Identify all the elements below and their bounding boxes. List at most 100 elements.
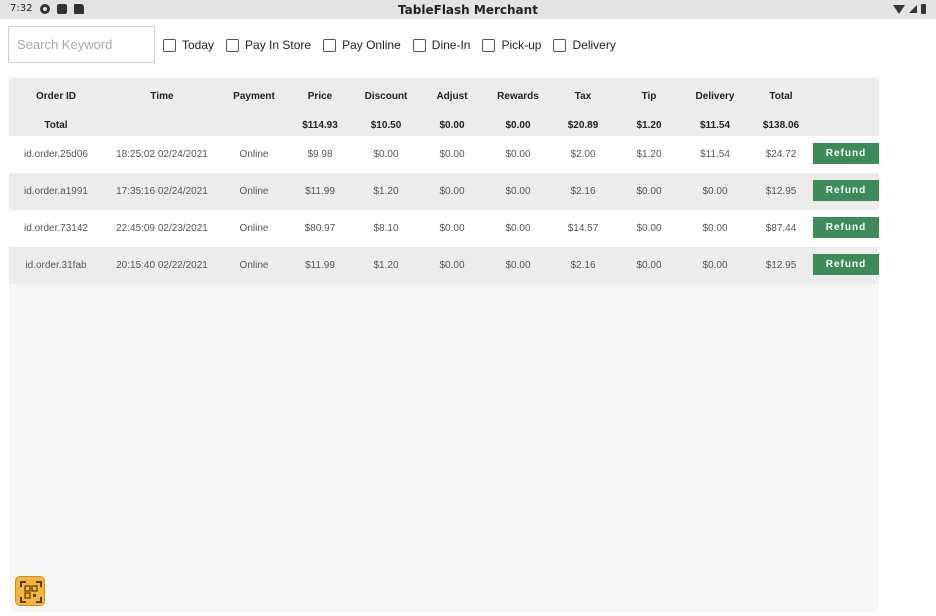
order-payment: Online bbox=[239, 260, 269, 271]
table-row[interactable]: id.order.31fab 20:15:40 02/22/2021 Onlin… bbox=[9, 247, 879, 284]
order-discount: $1.20 bbox=[373, 186, 399, 197]
filter-label: Pick-up bbox=[501, 38, 542, 52]
checkbox[interactable] bbox=[226, 38, 240, 52]
app-title: TableFlash Merchant bbox=[398, 3, 538, 17]
col-header-rewards: Rewards bbox=[497, 91, 539, 102]
order-adjust: $0.00 bbox=[439, 149, 465, 160]
order-tip: $1.20 bbox=[636, 149, 662, 160]
filter-label: Pay Online bbox=[342, 38, 401, 52]
order-rewards: $0.00 bbox=[505, 223, 531, 234]
order-total: $24.72 bbox=[765, 149, 797, 160]
order-id: id.order.73142 bbox=[24, 223, 88, 234]
total-rewards: $0.00 bbox=[505, 120, 531, 131]
col-header-tip: Tip bbox=[641, 91, 657, 102]
order-time: 17:35:16 02/24/2021 bbox=[116, 186, 208, 197]
order-rewards: $0.00 bbox=[505, 260, 531, 271]
order-adjust: $0.00 bbox=[439, 223, 465, 234]
col-header-adjust: Adjust bbox=[436, 91, 468, 102]
col-header-discount: Discount bbox=[364, 91, 408, 102]
filter-today[interactable]: Today bbox=[163, 38, 214, 52]
wifi-icon bbox=[893, 4, 905, 14]
col-header-time: Time bbox=[150, 91, 174, 102]
checkbox[interactable] bbox=[163, 38, 176, 52]
status-bar: 7:32 TableFlash Merchant bbox=[0, 0, 936, 19]
table-header: Order ID Time Payment Price Discount Adj… bbox=[9, 78, 879, 136]
table-row[interactable]: id.order.a1991 17:35:16 02/24/2021 Onlin… bbox=[9, 173, 879, 210]
total-tip: $1.20 bbox=[636, 120, 662, 131]
refund-button[interactable]: Refund bbox=[813, 180, 879, 201]
order-tip: $0.00 bbox=[636, 186, 662, 197]
order-rewards: $0.00 bbox=[505, 149, 531, 160]
order-discount: $0.00 bbox=[373, 149, 399, 160]
total-label: Total bbox=[44, 120, 68, 131]
order-payment: Online bbox=[239, 186, 269, 197]
order-time: 20:15:40 02/22/2021 bbox=[116, 260, 208, 271]
filter-label: Pay In Store bbox=[245, 38, 312, 52]
order-total: $12.95 bbox=[765, 186, 797, 197]
order-price: $9.98 bbox=[307, 149, 333, 160]
order-payment: Online bbox=[239, 223, 269, 234]
table-row[interactable]: id.order.25d06 18:25:02 02/24/2021 Onlin… bbox=[9, 136, 879, 173]
order-tip: $0.00 bbox=[636, 223, 662, 234]
filter-pick-up[interactable]: Pick-up bbox=[482, 38, 541, 52]
total-tax: $20.89 bbox=[567, 120, 599, 131]
order-payment: Online bbox=[239, 149, 269, 160]
status-icons-right bbox=[893, 4, 926, 14]
signal-icon bbox=[909, 5, 917, 13]
qr-scan-button[interactable] bbox=[15, 576, 45, 606]
filter-pay-in-store[interactable]: Pay In Store bbox=[226, 38, 311, 52]
order-total: $12.95 bbox=[765, 260, 797, 271]
order-time: 22:45:09 02/23/2021 bbox=[116, 223, 208, 234]
checkbox[interactable] bbox=[323, 38, 337, 52]
order-tax: $14.57 bbox=[567, 223, 599, 234]
total-delivery: $11.54 bbox=[699, 120, 731, 131]
order-price: $11.99 bbox=[305, 186, 335, 197]
search-input[interactable] bbox=[8, 26, 155, 63]
order-time: 18:25:02 02/24/2021 bbox=[116, 149, 208, 160]
col-header-price: Price bbox=[307, 91, 333, 102]
filter-dine-in[interactable]: Dine-In bbox=[412, 38, 471, 52]
refund-button[interactable]: Refund bbox=[813, 143, 879, 164]
order-id: id.order.25d06 bbox=[24, 149, 88, 160]
filter-pay-online[interactable]: Pay Online bbox=[323, 38, 401, 52]
checkbox[interactable] bbox=[412, 38, 426, 52]
order-tip: $0.00 bbox=[636, 260, 662, 271]
col-header-order-id: Order ID bbox=[35, 91, 77, 102]
order-delivery: $0.00 bbox=[702, 223, 728, 234]
order-tax: $2.16 bbox=[570, 186, 596, 197]
orders-table: Order ID Time Payment Price Discount Adj… bbox=[9, 78, 879, 612]
checkbox[interactable] bbox=[482, 38, 496, 52]
refund-button[interactable]: Refund bbox=[813, 254, 879, 275]
total-price: $114.93 bbox=[302, 120, 338, 131]
filter-label: Dine-In bbox=[431, 38, 471, 52]
filter-bar: Today Pay In Store Pay Online Dine-In Pi… bbox=[163, 38, 628, 52]
checkbox[interactable] bbox=[553, 38, 567, 52]
filter-label: Today bbox=[182, 38, 215, 52]
order-delivery: $0.00 bbox=[702, 186, 728, 197]
table-row[interactable]: id.order.73142 22:45:09 02/23/2021 Onlin… bbox=[9, 210, 879, 247]
battery-icon bbox=[921, 4, 926, 14]
col-header-delivery: Delivery bbox=[695, 91, 735, 102]
order-tax: $2.00 bbox=[570, 149, 596, 160]
qr-scan-icon bbox=[20, 581, 42, 603]
order-discount: $1.20 bbox=[373, 260, 399, 271]
total-adjust: $0.00 bbox=[439, 120, 465, 131]
order-discount: $8.10 bbox=[373, 223, 399, 234]
col-header-payment: Payment bbox=[233, 91, 275, 102]
col-header-tax: Tax bbox=[574, 91, 592, 102]
order-id: id.order.a1991 bbox=[24, 186, 88, 197]
filter-delivery[interactable]: Delivery bbox=[553, 38, 616, 52]
order-price: $11.99 bbox=[305, 260, 335, 271]
refund-button[interactable]: Refund bbox=[813, 217, 879, 238]
order-delivery: $11.54 bbox=[700, 149, 730, 160]
total-total: $138.06 bbox=[762, 120, 800, 131]
total-discount: $10.50 bbox=[370, 120, 402, 131]
col-header-total: Total bbox=[769, 91, 793, 102]
filter-label: Delivery bbox=[572, 38, 616, 52]
order-delivery: $0.00 bbox=[702, 260, 728, 271]
order-price: $80.97 bbox=[304, 223, 336, 234]
order-total: $87.44 bbox=[765, 223, 797, 234]
order-tax: $2.16 bbox=[570, 260, 596, 271]
order-id: id.order.31fab bbox=[25, 260, 87, 271]
order-rewards: $0.00 bbox=[505, 186, 531, 197]
